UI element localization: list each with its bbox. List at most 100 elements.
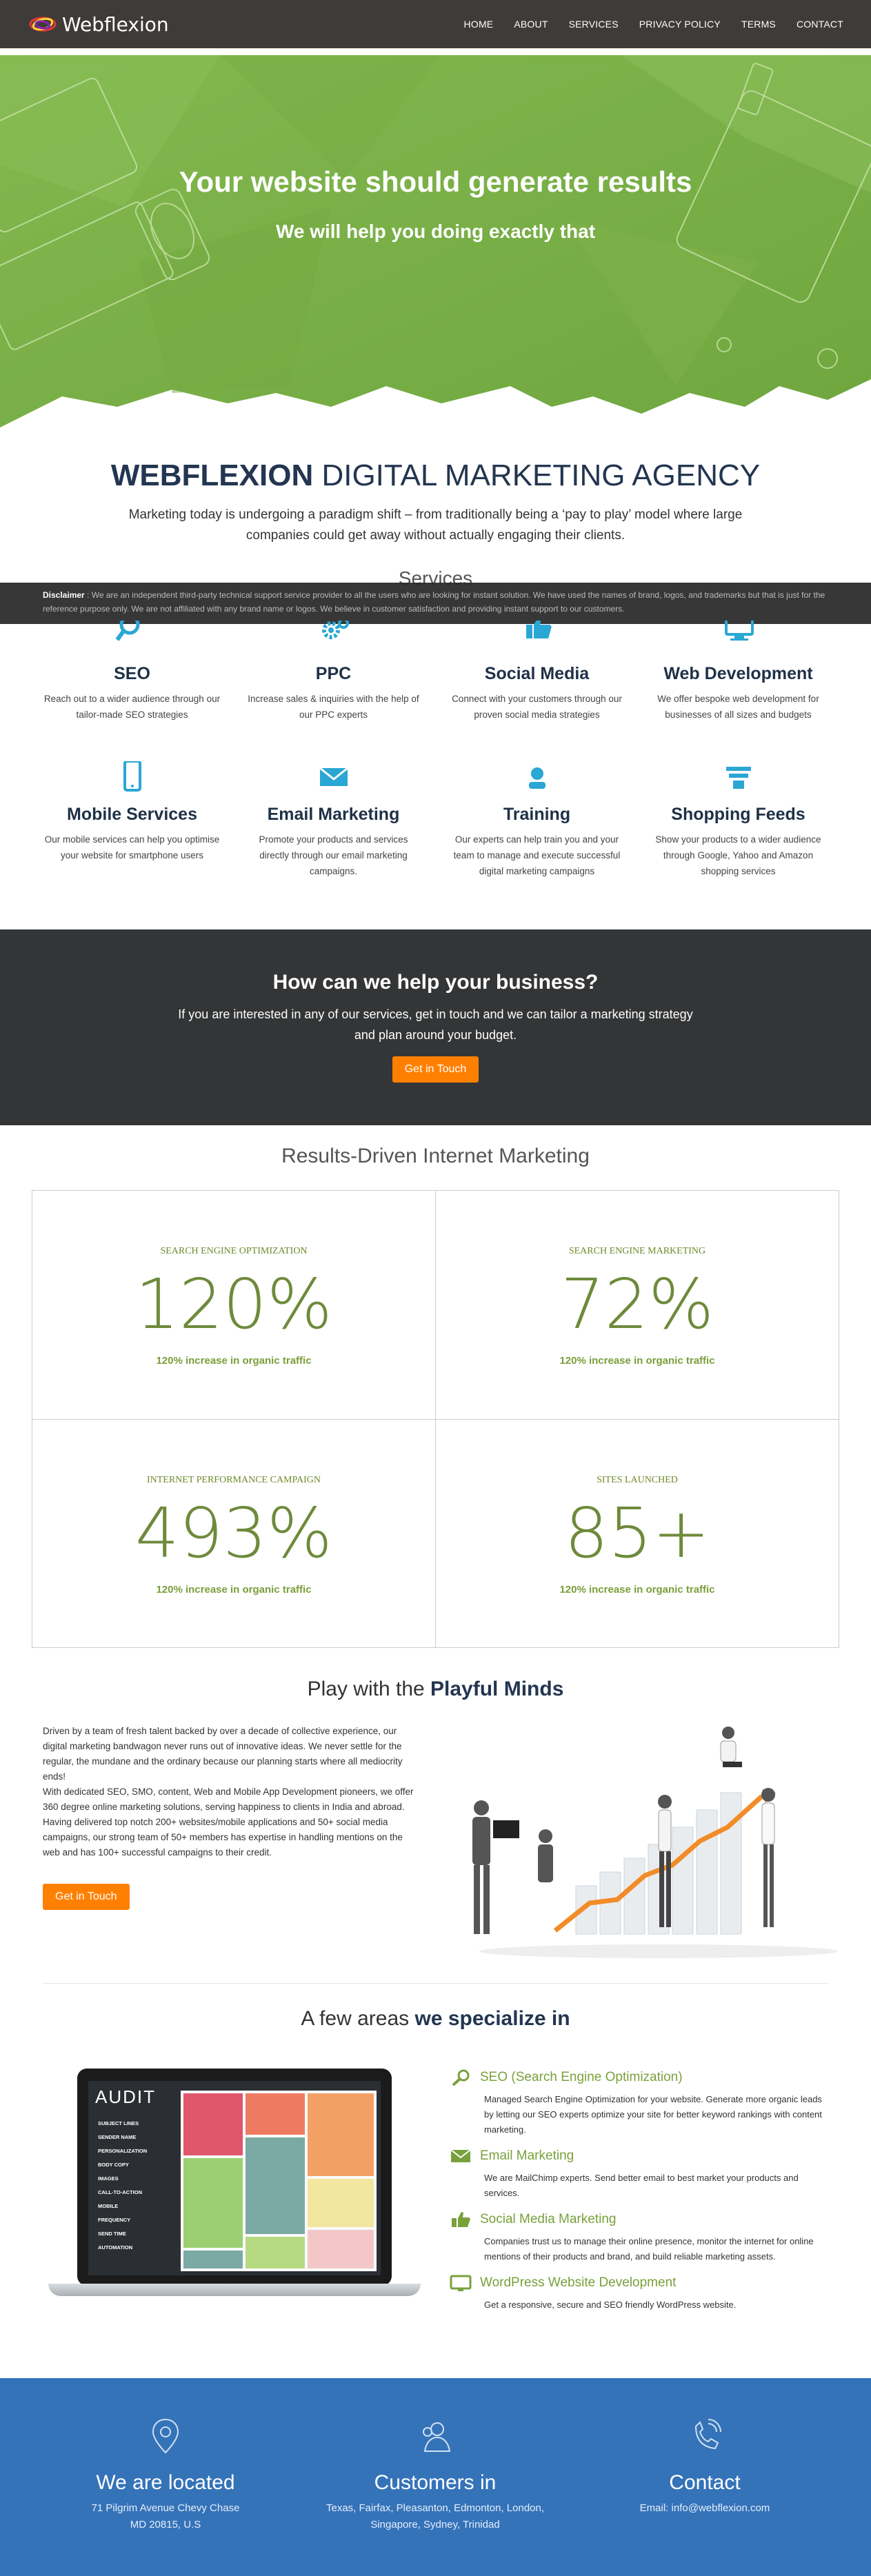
help-text: If you are interested in any of our serv… xyxy=(178,1007,693,1042)
audit-menu-item: FREQUENCY xyxy=(98,2217,131,2223)
service-title: Web Development xyxy=(663,664,813,683)
swirl-logo-icon xyxy=(29,17,57,32)
service-training[interactable]: Training Our experts can help train you … xyxy=(435,761,639,879)
top-navbar: Webflexion HOME ABOUT SERVICES PRIVACY P… xyxy=(0,0,871,48)
footer-located-address-2: MD 20815, U.S xyxy=(130,2519,201,2530)
monitor-icon xyxy=(724,615,754,641)
footer-customers-line-2: Singapore, Sydney, Trinidad xyxy=(370,2519,500,2530)
playful-title: Play with the Playful Minds xyxy=(0,1678,871,1701)
service-text: We offer bespoke web development for bus… xyxy=(657,694,819,720)
social-icon xyxy=(452,2212,470,2227)
agency-title: WEBFLEXION DIGITAL MARKETING AGENCY xyxy=(0,459,871,493)
disclaimer-bar: Disclaimer : We are an independent third… xyxy=(0,583,871,624)
service-title: Email Marketing xyxy=(267,805,400,824)
stat-caption: 120% increase in organic traffic xyxy=(559,1355,715,1367)
audit-menu-item: AUTOMATION xyxy=(98,2244,133,2251)
footer-customers: Customers in Texas, Fairfax, Pleasanton,… xyxy=(311,2378,559,2533)
menu-privacy-policy[interactable]: PRIVACY POLICY xyxy=(639,19,721,30)
hero-subtitle: We will help you doing exactly that xyxy=(275,221,596,242)
results-title: Results-Driven Internet Marketing xyxy=(281,1145,590,1167)
brand-logo[interactable]: Webflexion xyxy=(28,13,169,36)
footer: We are located 71 Pilgrim Avenue Chevy C… xyxy=(0,2378,871,2576)
audit-menu-item: IMAGES xyxy=(98,2175,119,2182)
help-title: How can we help your business? xyxy=(272,971,599,994)
menu-contact[interactable]: CONTACT xyxy=(797,19,843,30)
disclaimer-text: : We are an independent third-party tech… xyxy=(43,590,825,614)
audit-menu-item: SUBJECT LINES xyxy=(98,2120,139,2126)
specialize-item-text: Companies trust us to manage their onlin… xyxy=(484,2236,814,2262)
seo-icon xyxy=(452,2069,470,2086)
footer-contact: Contact Email: info@webflexion.com xyxy=(581,2378,829,2517)
stat-caption: 120% increase in organic traffic xyxy=(156,1584,312,1596)
audit-menu-item: CALL-TO-ACTION xyxy=(98,2189,143,2195)
service-shopping-feeds[interactable]: Shopping Feeds Show your products to a w… xyxy=(637,761,840,879)
specialize-item-title[interactable]: Social Media Marketing xyxy=(480,2212,616,2227)
specialize-title-pre: A few areas xyxy=(301,2007,415,2030)
service-text: Our experts can help train you and your … xyxy=(453,834,621,876)
service-web-development[interactable]: Web Development We offer bespoke web dev… xyxy=(637,615,840,723)
specialize-item-social: Social Media Marketing Companies trust u… xyxy=(450,2211,829,2264)
footer-located: We are located 71 Pilgrim Avenue Chevy C… xyxy=(41,2378,290,2533)
phone-icon xyxy=(694,2419,721,2450)
service-title: Social Media xyxy=(484,664,590,683)
audit-menu-item: PERSONALIZATION xyxy=(98,2148,148,2154)
footer-located-address-1: 71 Pilgrim Avenue Chevy Chase xyxy=(91,2502,240,2514)
hero-title: Your website should generate results xyxy=(179,165,692,198)
service-seo[interactable]: SEO Reach out to a wider audience throug… xyxy=(30,614,234,723)
specialize-item-title[interactable]: SEO (Search Engine Optimization) xyxy=(480,2070,683,2085)
service-title: Training xyxy=(503,805,571,824)
laptop-base xyxy=(48,2284,421,2296)
playful-title-pre: Play with the xyxy=(307,1678,431,1700)
footer-contact-title: Contact xyxy=(669,2471,741,2494)
hero-background-art xyxy=(0,55,871,427)
service-text: Our mobile services can help you optimis… xyxy=(44,834,220,861)
business-team-illustration xyxy=(472,1727,838,1958)
agency-description: Marketing today is undergoing a paradigm… xyxy=(128,507,743,543)
stat-label: SITES LAUNCHED xyxy=(597,1475,678,1485)
specialize-title-bold: we specialize in xyxy=(414,2007,570,2030)
stat-performance-campaign: INTERNET PERFORMANCE CAMPAIGN 493% 120% … xyxy=(32,1420,435,1648)
hero-banner: Your website should generate results We … xyxy=(0,55,871,441)
stat-seo: SEARCH ENGINE OPTIMIZATION 120% 120% inc… xyxy=(32,1191,435,1419)
footer-contact-email[interactable]: Email: info@webflexion.com xyxy=(581,2500,829,2517)
audit-laptop-illustration: AUDIT SUBJECT LINES SENDER NAME PERSONAL… xyxy=(48,2069,421,2306)
agency-title-rest: DIGITAL MARKETING AGENCY xyxy=(313,459,761,492)
menu-services[interactable]: SERVICES xyxy=(569,19,619,30)
service-mobile-services[interactable]: Mobile Services Our mobile services can … xyxy=(30,760,234,863)
audit-tiles xyxy=(181,2091,377,2271)
stat-value: 85+ xyxy=(564,1493,710,1573)
service-social-media[interactable]: Social Media Connect with your customers… xyxy=(435,616,639,723)
specialize-list: SEO (Search Engine Optimization) Managed… xyxy=(450,2069,829,2322)
specialize-item-text: We are MailChimp experts. Send better em… xyxy=(484,2173,799,2198)
audit-menu: SUBJECT LINES SENDER NAME PERSONALIZATIO… xyxy=(98,2117,167,2255)
specialize-item-text: Get a responsive, secure and SEO friendl… xyxy=(484,2300,737,2310)
stat-sem: SEARCH ENGINE MARKETING 72% 120% increas… xyxy=(436,1191,839,1419)
audit-heading: AUDIT xyxy=(95,2086,156,2107)
footer-located-title: We are located xyxy=(96,2471,235,2494)
menu-home[interactable]: HOME xyxy=(464,19,494,30)
service-ppc[interactable]: PPC Increase sales & inquiries with the … xyxy=(232,618,435,723)
specialize-item-title[interactable]: Email Marketing xyxy=(480,2149,574,2164)
stat-label: SEARCH ENGINE OPTIMIZATION xyxy=(160,1246,308,1256)
audit-menu-item: SENDER NAME xyxy=(98,2134,137,2140)
customers-icon xyxy=(423,2422,451,2452)
service-email-marketing[interactable]: Email Marketing Promote your products an… xyxy=(232,761,435,879)
footer-customers-title: Customers in xyxy=(374,2471,497,2494)
help-band: How can we help your business? If you ar… xyxy=(0,929,871,1125)
audit-menu-item: MOBILE xyxy=(98,2203,119,2209)
menu-terms[interactable]: TERMS xyxy=(741,19,776,30)
feed-icon xyxy=(725,767,751,789)
playful-get-in-touch-button[interactable]: Get in Touch xyxy=(43,1884,130,1910)
laptop-screen: AUDIT SUBJECT LINES SENDER NAME PERSONAL… xyxy=(88,2081,381,2275)
menu-about[interactable]: ABOUT xyxy=(514,19,548,30)
footer-customers-line-1: Texas, Fairfax, Pleasanton, Edmonton, Lo… xyxy=(326,2502,545,2514)
specialize-item-title[interactable]: WordPress Website Development xyxy=(480,2275,676,2291)
main-menu: HOME ABOUT SERVICES PRIVACY POLICY TERMS… xyxy=(464,19,843,30)
email-icon xyxy=(450,2149,471,2162)
stat-value: 493% xyxy=(135,1493,332,1573)
get-in-touch-button[interactable]: Get in Touch xyxy=(392,1056,479,1083)
stat-sites-launched: SITES LAUNCHED 85+ 120% increase in orga… xyxy=(436,1420,839,1648)
service-title: PPC xyxy=(315,664,352,683)
specialize-title: A few areas we specialize in xyxy=(0,2007,871,2031)
service-text: Reach out to a wider audience through ou… xyxy=(43,694,221,720)
